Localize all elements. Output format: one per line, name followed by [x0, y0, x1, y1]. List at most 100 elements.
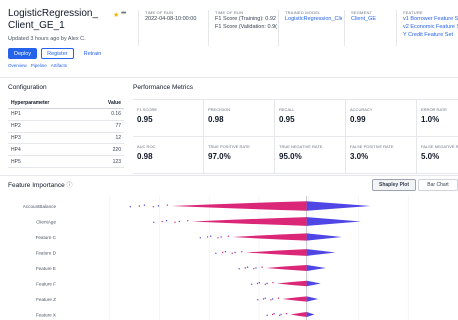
feature-label: ClientAge	[36, 219, 56, 224]
metric-card: AUC ROC 0.98	[133, 137, 204, 174]
table-row: HP4 220	[8, 143, 124, 157]
shap-violin-positive	[306, 265, 326, 271]
shap-point	[227, 235, 230, 237]
info-icon[interactable]: ⓘ	[67, 183, 73, 189]
tab-overview[interactable]: Overview	[8, 63, 27, 68]
shap-point	[220, 236, 222, 238]
tab-artifacts[interactable]: Artifacts	[51, 63, 67, 68]
shapley-plot-svg: AccountBalance ClientAge Feature C Feature …	[23, 196, 409, 320]
shap-violin-negative	[232, 233, 307, 241]
segment-link[interactable]: Client_GE	[351, 16, 394, 23]
meta-value: F1 Score (Validation: 0.9(	[215, 24, 277, 30]
performance-title: Performance Metrics	[133, 84, 193, 91]
shap-point	[152, 206, 155, 208]
metric-value: 3.0%	[350, 152, 369, 161]
configuration-title: Configuration	[8, 84, 47, 91]
metric-value: 97.0%	[208, 152, 231, 161]
table-cell: 77	[89, 120, 124, 133]
feature-label: AccountBalance	[23, 204, 57, 209]
shap-point	[165, 220, 168, 222]
shap-point	[285, 313, 288, 315]
shap-point	[166, 204, 169, 206]
shap-point	[244, 267, 247, 269]
model-header: LogisticRegression_ Client_GE_1 Updated …	[0, 0, 458, 78]
shap-point	[266, 314, 268, 316]
model-summary: LogisticRegression_ Client_GE_1 Updated …	[8, 8, 126, 59]
shap-point	[264, 297, 266, 299]
shap-violin-negative	[266, 265, 307, 271]
meta-label: TIME OF RUN	[145, 10, 174, 15]
shap-point	[157, 205, 160, 207]
metric-label: F1 SCORE	[137, 107, 158, 112]
shap-point	[273, 313, 275, 315]
feature-label: Feature C	[36, 235, 57, 240]
register-button[interactable]: Register	[41, 48, 74, 59]
shap-violin-negative	[171, 201, 307, 211]
shap-violin-negative	[276, 280, 307, 287]
meta-trained-model: TRAINED MODEL LogisticRegression_Clien	[278, 10, 342, 46]
tab-pipeline[interactable]: Pipeline	[31, 63, 47, 68]
column-header: Value	[89, 98, 124, 109]
star-icon[interactable]: ★	[113, 11, 119, 19]
metric-value: 5.0%	[421, 152, 440, 161]
column-header: Hyperparameter	[8, 98, 90, 109]
shap-point	[231, 252, 233, 254]
shap-point	[161, 220, 163, 223]
metric-label: ACCURACY	[350, 107, 373, 112]
divider	[0, 175, 458, 176]
hyperparameter-table: Hyperparameter Value HP1 0.16 HP2 77 HP3 12…	[8, 98, 124, 168]
shap-point	[215, 252, 217, 254]
trained-model-link[interactable]: LogisticRegression_Clien	[285, 16, 342, 23]
table-cell: HP3	[8, 132, 90, 145]
shap-point	[187, 220, 189, 222]
shap-violin-positive	[306, 233, 342, 241]
metrics-grid: F1 SCORE 0.95 PRECISION 0.98 RECALL 0.95 AC…	[133, 99, 458, 174]
metric-value: 0.95	[279, 115, 295, 124]
metric-label: AUC ROC	[137, 144, 156, 149]
more-icon[interactable]: •••	[121, 10, 126, 17]
metric-card: ACCURACY 0.99	[346, 100, 417, 137]
table-cell: 0.16	[89, 108, 124, 121]
metric-card: ERROR RATE 1.0%	[417, 100, 458, 137]
meta-label: TIME OF RUN	[215, 10, 244, 15]
shap-point	[280, 313, 282, 316]
shap-point	[264, 283, 266, 285]
feature-label: Feature D	[36, 250, 57, 255]
shap-point	[277, 297, 280, 299]
table-cell: HP5	[8, 155, 90, 168]
bar-chart-button[interactable]: Bar Chart	[418, 179, 458, 191]
shap-point	[206, 236, 209, 238]
table-row: HP1 0.16	[8, 108, 124, 121]
shap-point	[266, 282, 268, 285]
shap-point	[221, 251, 224, 254]
shap-point	[143, 204, 146, 206]
meta-time-of-run: TIME OF RUN 2022-04-08-10:00:00	[138, 10, 206, 46]
metric-value: 0.99	[350, 115, 366, 124]
table-cell: 12	[89, 132, 124, 145]
metric-card: TRUE NEGATIVE RATE 95.0%	[275, 137, 346, 174]
feature-importance-title: Feature Importance ⓘ	[8, 180, 73, 189]
feature-set-link[interactable]: Y Credit Feature Set	[403, 32, 458, 39]
shap-violin-negative	[282, 296, 307, 302]
shapley-plot-button[interactable]: Shapley Plot	[372, 179, 417, 191]
shap-point	[246, 266, 249, 268]
feature-set-link[interactable]: v2 Economic Feature S	[403, 24, 458, 31]
table-cell: 220	[89, 143, 124, 157]
shap-violin-positive	[306, 280, 321, 287]
retrain-button[interactable]: Retrain	[78, 48, 108, 59]
action-buttons: Deploy Register Retrain	[8, 48, 126, 59]
model-title: LogisticRegression_ Client_GE_1	[8, 8, 99, 31]
shap-violin-positive	[306, 217, 361, 226]
meta-segment: SEGMENT Client_GE	[344, 10, 394, 46]
meta-feature: FEATURE v1 Borrower Feature Se v2 Econom…	[396, 10, 458, 46]
table-row: HP5 123	[8, 155, 124, 168]
metric-value: 95.0%	[279, 152, 302, 161]
metric-card: FALSE NEGATIVE RATE 5.0%	[417, 137, 458, 174]
metric-label: PRECISION	[208, 107, 231, 112]
table-header-row: Hyperparameter Value	[8, 98, 124, 109]
feature-label: Feature X	[36, 312, 56, 317]
feature-label: Feature Z	[36, 297, 56, 302]
feature-set-link[interactable]: v1 Borrower Feature Se	[403, 16, 458, 23]
shap-point	[278, 314, 281, 316]
deploy-button[interactable]: Deploy	[8, 48, 38, 59]
